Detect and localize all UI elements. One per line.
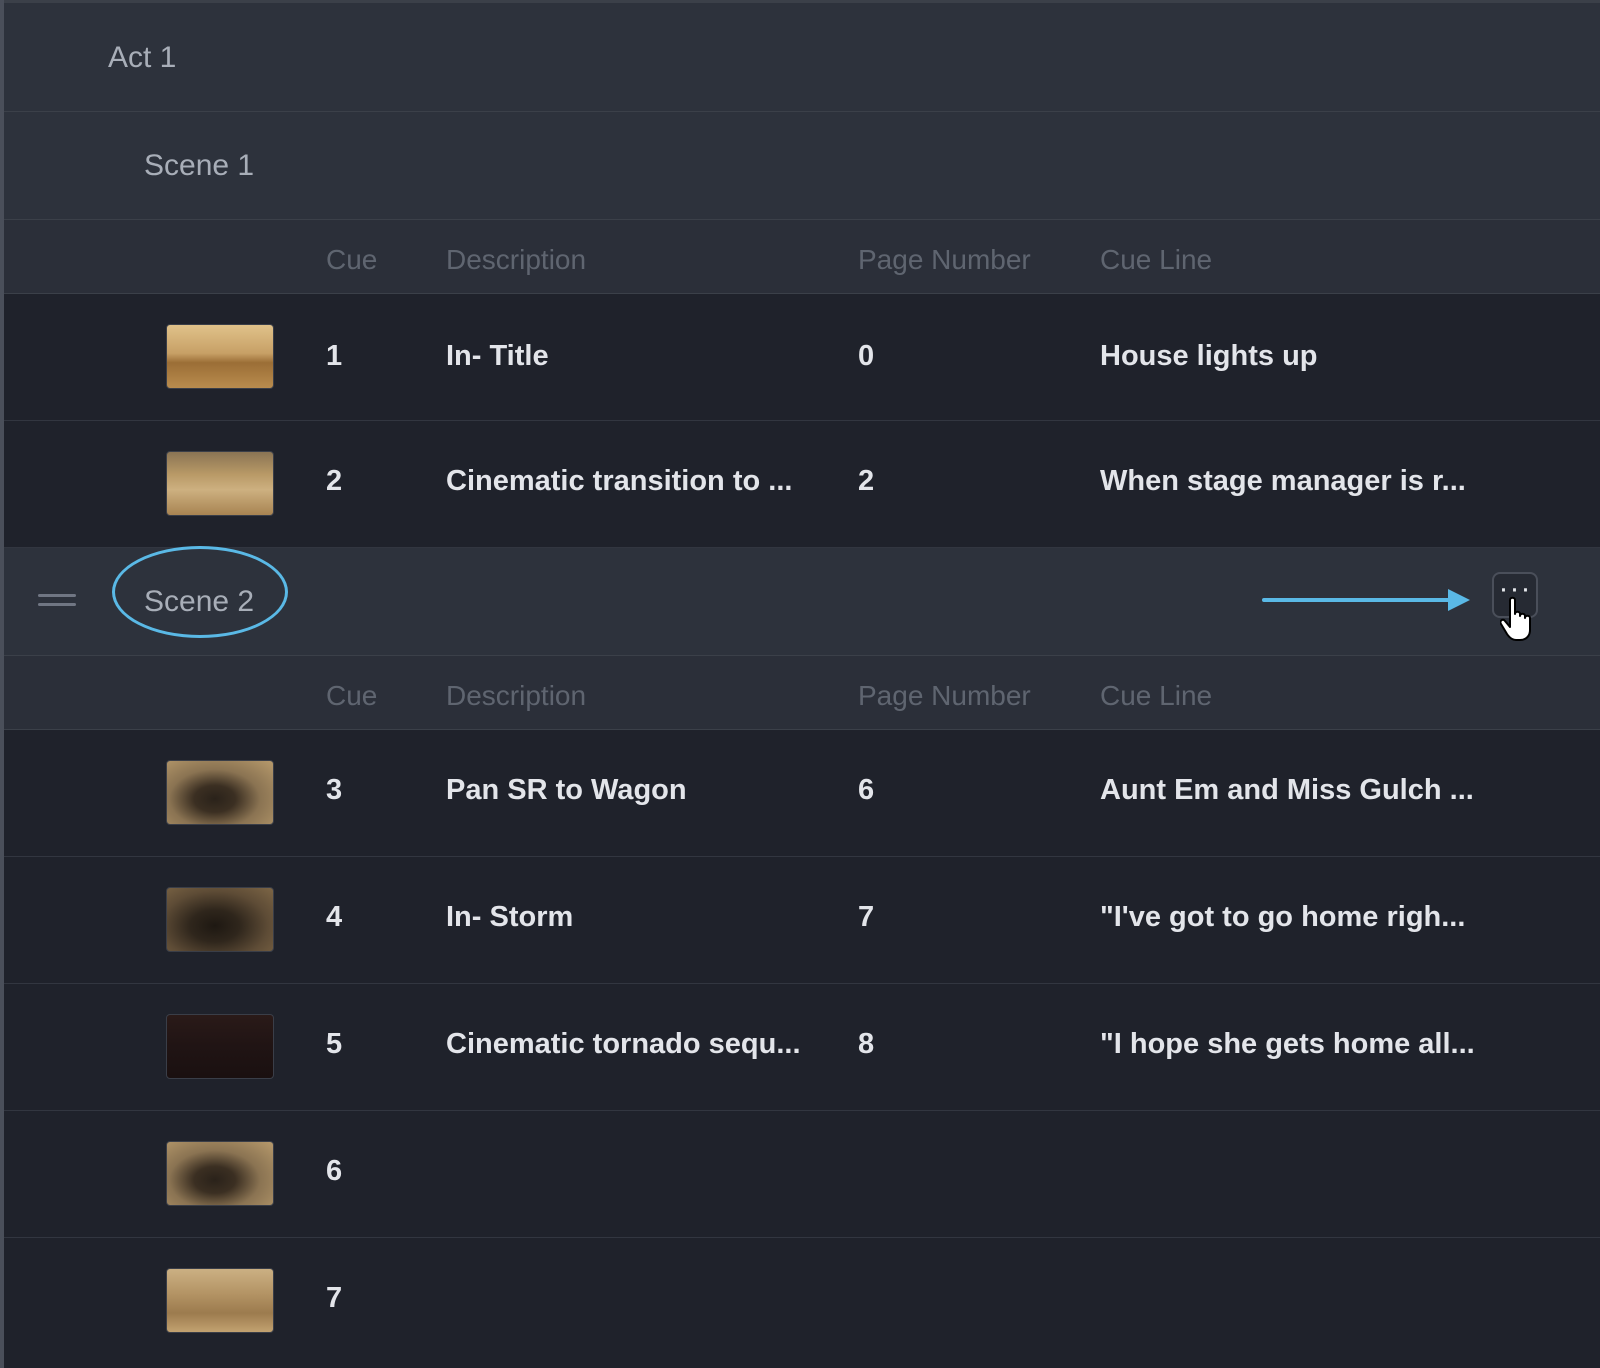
cue-description: In- Title (446, 340, 549, 372)
cue-number: 5 (326, 1028, 343, 1060)
cue-row[interactable]: 6 (4, 1111, 1600, 1238)
cue-line: "I hope she gets home all... (1100, 1028, 1475, 1060)
cue-line: "I've got to go home righ... (1100, 901, 1466, 933)
column-header-row: Cue Description Page Number Cue Line (4, 220, 1600, 294)
annotation-arrow-icon (1262, 589, 1470, 611)
cue-thumbnail (166, 451, 274, 516)
column-header-cue-line: Cue Line (1100, 680, 1213, 711)
cue-description: Cinematic tornado sequ... (446, 1028, 801, 1060)
drag-handle-icon[interactable] (38, 594, 76, 608)
cue-thumbnail (166, 1014, 274, 1079)
column-header-description: Description (446, 244, 587, 275)
column-header-page-number: Page Number (858, 680, 1031, 711)
cue-thumbnail (166, 760, 274, 825)
highlight-circle (112, 546, 288, 638)
act-label: Act 1 (108, 41, 177, 74)
cue-line: House lights up (1100, 340, 1318, 372)
column-header-page-number: Page Number (858, 244, 1031, 275)
cue-thumbnail (166, 1268, 274, 1333)
scene-header[interactable]: Scene 1 (4, 112, 1600, 220)
column-header-cue: Cue (326, 680, 378, 711)
cue-row[interactable]: 7 (4, 1238, 1600, 1368)
cue-page-number: 2 (858, 465, 875, 497)
scene-label: Scene 1 (144, 149, 255, 182)
cue-list: Act 1 Scene 1 Cue Description Page Numbe… (0, 0, 1600, 1368)
cue-page-number: 0 (858, 340, 875, 372)
column-header-cue-line: Cue Line (1100, 244, 1213, 275)
hand-cursor-icon (1500, 596, 1531, 641)
column-header-row: Cue Description Page Number Cue Line (4, 656, 1600, 730)
cue-number: 7 (326, 1282, 343, 1314)
cue-number: 3 (326, 774, 343, 806)
cue-description: Pan SR to Wagon (446, 774, 687, 806)
cue-number: 2 (326, 465, 343, 497)
cue-row[interactable]: 3 Pan SR to Wagon 6 Aunt Em and Miss Gul… (4, 730, 1600, 857)
cue-thumbnail (166, 1141, 274, 1206)
cue-row[interactable]: 4 In- Storm 7 "I've got to go home righ.… (4, 857, 1600, 984)
cue-description: In- Storm (446, 901, 574, 933)
cue-line: Aunt Em and Miss Gulch ... (1100, 774, 1474, 806)
act-header[interactable]: Act 1 (4, 0, 1600, 112)
column-header-cue: Cue (326, 244, 378, 275)
cue-row[interactable]: 5 Cinematic tornado sequ... 8 "I hope sh… (4, 984, 1600, 1111)
cue-page-number: 6 (858, 774, 875, 806)
cue-thumbnail (166, 324, 274, 389)
cue-row[interactable]: 1 In- Title 0 House lights up (4, 294, 1600, 421)
cue-row[interactable]: 2 Cinematic transition to ... 2 When sta… (4, 421, 1600, 548)
column-header-description: Description (446, 680, 587, 711)
cue-number: 4 (326, 901, 343, 933)
cue-number: 1 (326, 340, 343, 372)
cue-description: Cinematic transition to ... (446, 465, 793, 497)
cue-line: When stage manager is r... (1100, 465, 1466, 497)
cue-number: 6 (326, 1155, 343, 1187)
cue-thumbnail (166, 887, 274, 952)
cue-page-number: 7 (858, 901, 875, 933)
cue-page-number: 8 (858, 1028, 875, 1060)
